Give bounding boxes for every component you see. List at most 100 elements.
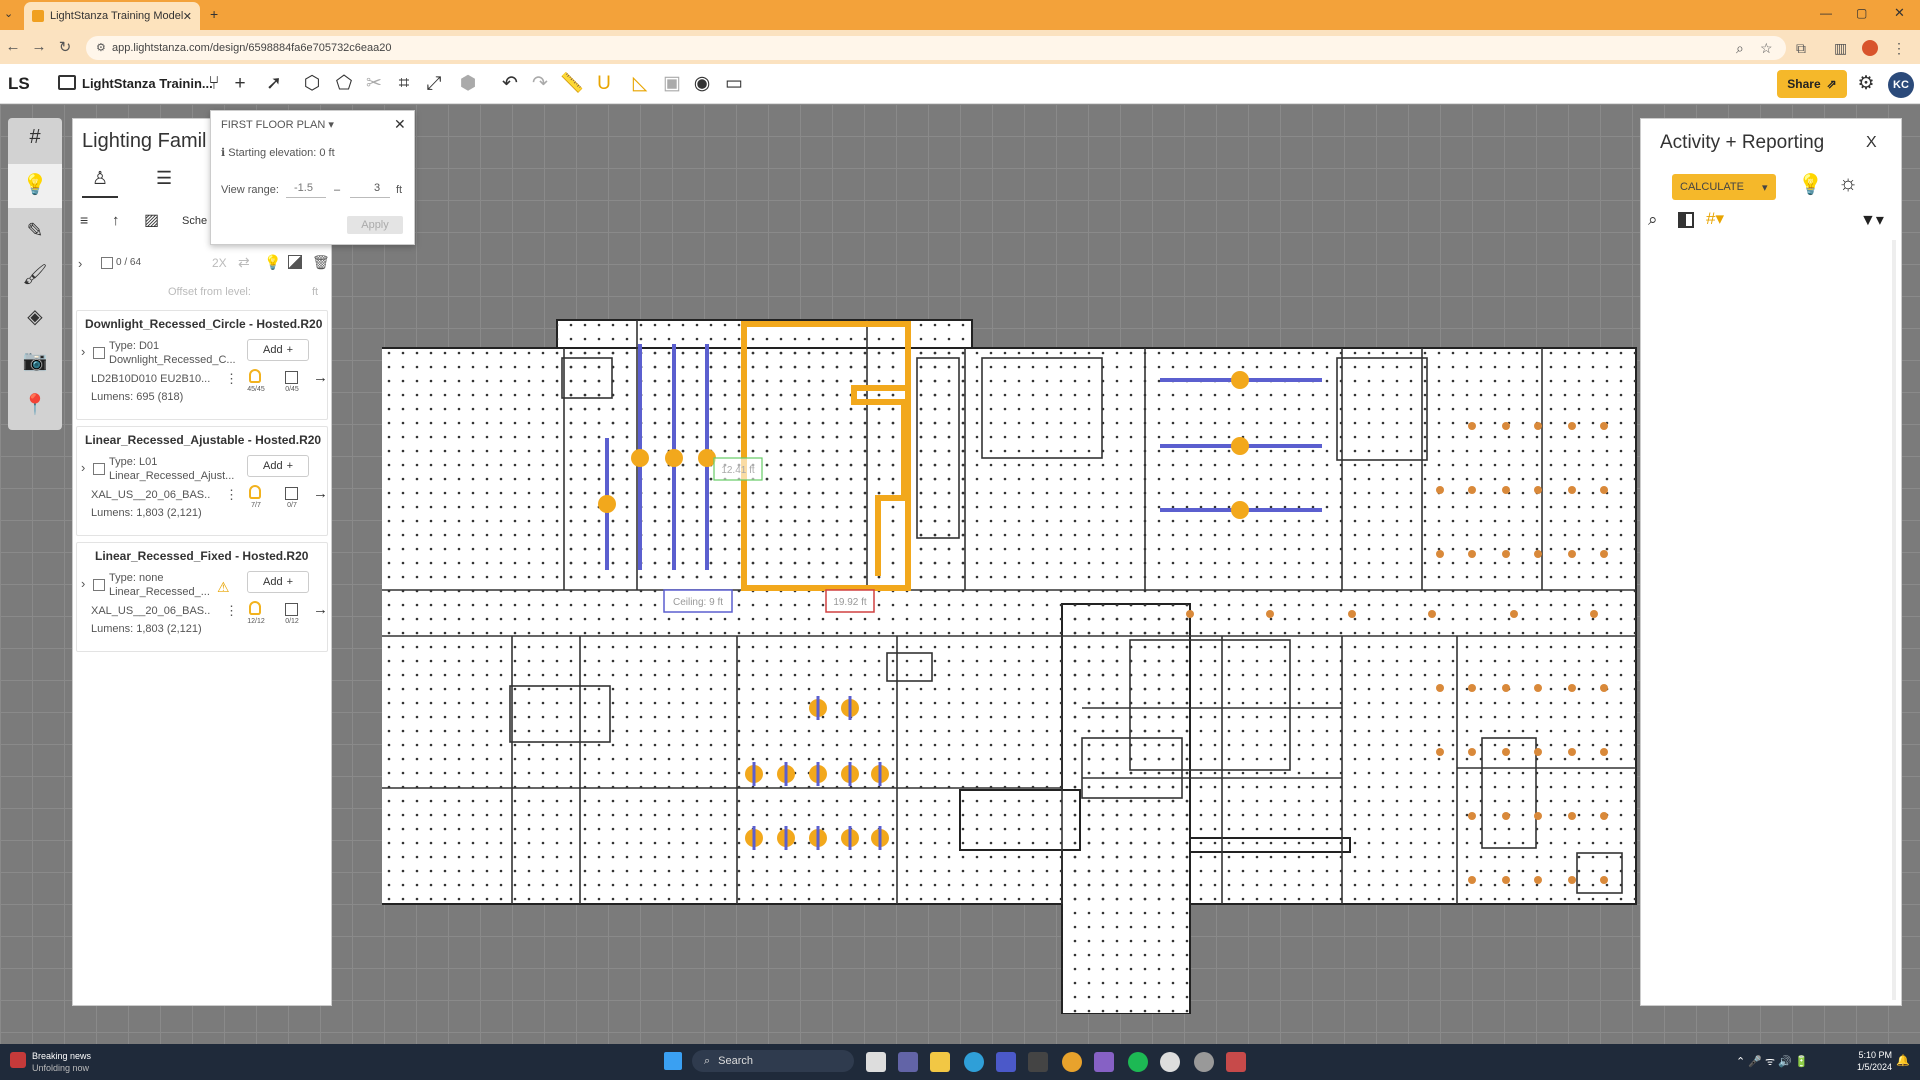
select-square-icon[interactable] xyxy=(285,371,298,384)
range-low-input[interactable]: -1.5 xyxy=(286,180,326,198)
filter-icon[interactable]: ▼▾ xyxy=(1860,210,1884,230)
browser-tab[interactable]: LightStanza Training Model.R20 ✕ xyxy=(24,2,200,30)
maximize-icon[interactable]: ▢ xyxy=(1856,6,1867,20)
arrow-right-icon[interactable]: → xyxy=(313,601,328,618)
terminal-icon[interactable] xyxy=(1028,1052,1048,1072)
taskview-icon[interactable] xyxy=(866,1052,886,1072)
bookmark-star-icon[interactable]: ☆ xyxy=(1760,40,1773,57)
taskbar-search[interactable]: ⌕ Search xyxy=(692,1050,854,1072)
browser-menu-icon[interactable]: ⋮ xyxy=(1892,40,1906,57)
profile-icon[interactable] xyxy=(1862,40,1878,56)
shade-icon[interactable] xyxy=(288,255,302,269)
more-icon[interactable]: ⋮ xyxy=(225,371,238,387)
add-tool-icon[interactable]: + xyxy=(228,72,252,96)
new-tab-icon[interactable]: + xyxy=(210,6,218,22)
folder-icon[interactable] xyxy=(58,75,76,90)
spotify-icon[interactable] xyxy=(1128,1052,1148,1072)
share-button[interactable]: Share ⇗ xyxy=(1777,70,1847,98)
warning-icon[interactable]: ⚠ xyxy=(217,579,230,596)
floor-select[interactable]: FIRST FLOOR PLAN ▾ xyxy=(221,118,334,131)
magnet-icon[interactable]: U xyxy=(592,72,616,96)
scrollbar[interactable] xyxy=(1892,240,1896,1000)
product-name[interactable]: LD2B10D010 EU2B10... xyxy=(91,373,211,385)
project-name[interactable]: LightStanza Trainin... xyxy=(82,76,213,91)
edge-icon[interactable] xyxy=(964,1052,984,1072)
floor-plan[interactable]: Ceiling: 9 ft 19.92 ft 12.41 ft xyxy=(382,318,1638,1014)
arrow-right-icon[interactable]: → xyxy=(313,485,328,502)
family-card-linear-fixed[interactable]: Linear_Recessed_Fixed - Hosted.R20 › Typ… xyxy=(76,542,328,652)
screen-icon[interactable]: ▭ xyxy=(722,72,746,96)
explorer-icon[interactable] xyxy=(930,1052,950,1072)
family-checkbox[interactable] xyxy=(93,347,105,359)
daylight-off-icon[interactable]: ☼ xyxy=(1838,170,1858,196)
zoom-icon[interactable]: ⌕ xyxy=(1736,40,1744,57)
fixture-bulb-icon[interactable] xyxy=(249,485,261,499)
tray-icons[interactable]: ⌃ 🎤 ᯤ 🔊 🔋 xyxy=(1736,1054,1809,1069)
app-l-icon[interactable] xyxy=(996,1052,1016,1072)
settings-icon[interactable]: ⚙ xyxy=(1854,72,1878,96)
select-all-checkbox[interactable] xyxy=(101,257,113,269)
sidepanel-icon[interactable]: ▥ xyxy=(1834,40,1847,57)
layers-icon[interactable]: ◈ xyxy=(20,304,50,329)
visibility-icon[interactable]: ◉ xyxy=(690,72,714,96)
paint-icon[interactable]: 🖌 xyxy=(20,262,50,287)
family-checkbox[interactable] xyxy=(93,579,105,591)
notification-icon[interactable]: 🔔 xyxy=(1896,1054,1910,1067)
vs-icon[interactable] xyxy=(1094,1052,1114,1072)
path-tool-icon[interactable]: ⑂ xyxy=(202,72,226,96)
product-name[interactable]: XAL_US__20_06_BAS... xyxy=(91,489,211,501)
app-circle-icon[interactable] xyxy=(1194,1052,1214,1072)
minimize-icon[interactable]: — xyxy=(1820,6,1832,20)
pencil-icon[interactable]: ✎ xyxy=(20,218,50,243)
start-icon[interactable] xyxy=(664,1052,682,1070)
clock[interactable]: 5:10 PM 1/5/2024 xyxy=(1846,1049,1892,1073)
forward-icon[interactable]: → xyxy=(28,38,50,55)
3d-box-icon[interactable]: ⬡ xyxy=(300,72,324,96)
expand-all-icon[interactable]: › xyxy=(78,256,82,271)
expand-icon[interactable]: › xyxy=(81,460,85,475)
back-icon[interactable]: ← xyxy=(2,38,24,55)
more-icon[interactable]: ⋮ xyxy=(225,603,238,619)
arrow-right-icon[interactable]: → xyxy=(313,369,328,386)
split-view-icon[interactable] xyxy=(1678,212,1694,228)
extrude-icon[interactable]: ⬢ xyxy=(456,72,480,96)
reload-icon[interactable]: ↻ xyxy=(54,38,76,56)
sort-icon[interactable]: ≡ xyxy=(80,212,88,228)
ruler-icon[interactable]: 📏 xyxy=(560,72,584,96)
fixture-bulb-icon[interactable] xyxy=(249,369,261,383)
schedule-tab[interactable]: Sche xyxy=(182,215,207,227)
window-close-icon[interactable]: ✕ xyxy=(1894,5,1905,21)
multiplier[interactable]: 2X xyxy=(212,256,227,270)
redo-icon[interactable]: ↷ xyxy=(528,72,552,96)
news-widget[interactable]: Breaking news Unfolding now xyxy=(32,1050,91,1074)
shape-tool-icon[interactable]: ⬠ xyxy=(332,72,356,96)
undo-icon[interactable]: ↶ xyxy=(498,72,522,96)
more-icon[interactable]: ⋮ xyxy=(225,487,238,503)
add-button[interactable]: Add + xyxy=(247,571,309,593)
bulb-outline-icon[interactable]: 💡 xyxy=(264,254,281,271)
fixture-bulb-icon[interactable] xyxy=(249,601,261,615)
fixture-tab-icon[interactable]: ♙ xyxy=(92,168,108,189)
chrome-icon[interactable] xyxy=(1062,1052,1082,1072)
family-card-downlight[interactable]: Downlight_Recessed_Circle - Hosted.R20 ›… xyxy=(76,310,328,420)
family-card-linear-adjustable[interactable]: Linear_Recessed_Ajustable - Hosted.R20 ›… xyxy=(76,426,328,536)
add-button[interactable]: Add + xyxy=(247,339,309,361)
revit-icon[interactable] xyxy=(1226,1052,1246,1072)
grid-calc-icon[interactable]: #▾ xyxy=(1706,209,1724,229)
grid-icon[interactable]: # xyxy=(20,126,50,149)
app-logo[interactable]: LS xyxy=(8,74,30,94)
location-pin-icon[interactable]: 📍 xyxy=(20,392,50,417)
crop-icon[interactable]: ⌗ xyxy=(392,72,416,96)
swap-icon[interactable]: ⇄ xyxy=(238,254,250,271)
bulb-outline-icon[interactable]: 💡 xyxy=(1798,172,1823,197)
product-name[interactable]: XAL_US__20_06_BAS... xyxy=(91,605,211,617)
avatar[interactable]: KC xyxy=(1888,72,1914,98)
calculate-button[interactable]: CALCULATE ▾ xyxy=(1672,174,1776,200)
select-square-icon[interactable] xyxy=(285,603,298,616)
family-checkbox[interactable] xyxy=(93,463,105,475)
angle-icon[interactable]: ◺ xyxy=(628,72,652,96)
tab-close-icon[interactable]: ✕ xyxy=(183,10,192,23)
scale-icon[interactable]: ⤢ xyxy=(422,72,446,96)
extensions-icon[interactable]: ⧉ xyxy=(1796,40,1806,57)
site-info-icon[interactable]: ⚙ xyxy=(96,41,106,54)
